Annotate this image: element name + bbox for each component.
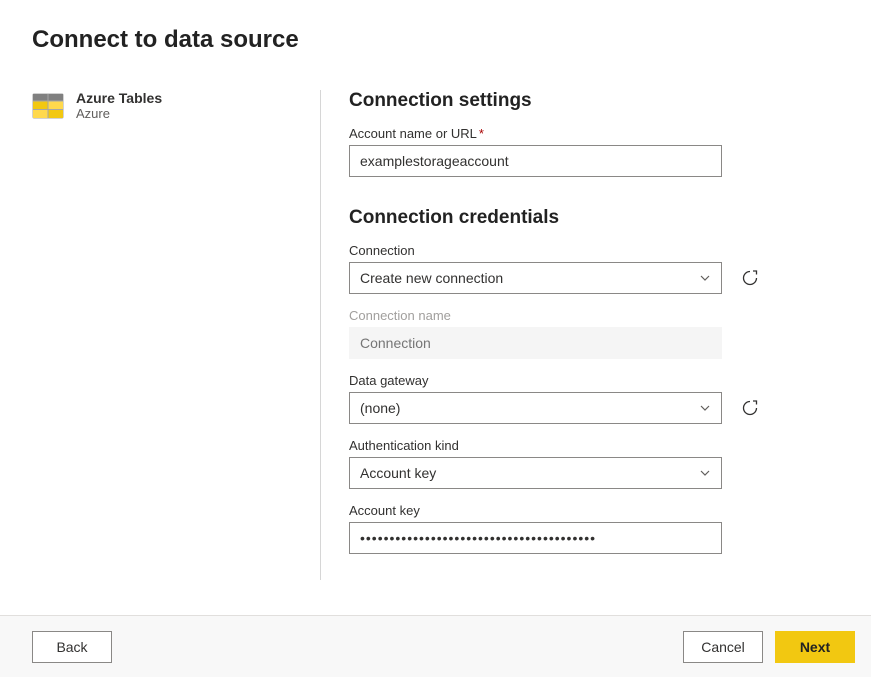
source-title: Azure Tables — [76, 90, 162, 106]
account-key-input[interactable] — [349, 522, 722, 554]
refresh-icon — [741, 399, 759, 417]
account-url-input[interactable] — [349, 145, 722, 177]
chevron-down-icon — [699, 272, 711, 284]
content-area: Azure Tables Azure Connection settings A… — [0, 90, 871, 615]
footer-bar: Back Cancel Next — [0, 615, 871, 677]
connection-name-input — [349, 327, 722, 359]
connection-refresh-button[interactable] — [738, 262, 762, 294]
cancel-button[interactable]: Cancel — [683, 631, 763, 663]
data-gateway-select[interactable]: (none) — [349, 392, 722, 424]
back-button[interactable]: Back — [32, 631, 112, 663]
auth-kind-select-value: Account key — [360, 465, 436, 481]
next-button[interactable]: Next — [775, 631, 855, 663]
auth-kind-label: Authentication kind — [349, 438, 809, 453]
connection-label: Connection — [349, 243, 722, 258]
connection-settings-heading: Connection settings — [349, 90, 809, 112]
data-gateway-label: Data gateway — [349, 373, 722, 388]
connection-select[interactable]: Create new connection — [349, 262, 722, 294]
page-title: Connect to data source — [32, 26, 871, 54]
account-key-label: Account key — [349, 503, 809, 518]
auth-kind-select[interactable]: Account key — [349, 457, 722, 489]
form-panel: Connection settings Account name or URL*… — [321, 90, 841, 615]
account-url-label: Account name or URL* — [349, 126, 809, 141]
data-gateway-select-value: (none) — [360, 400, 400, 416]
source-panel: Azure Tables Azure — [0, 90, 320, 615]
required-indicator: * — [479, 126, 484, 141]
connection-select-value: Create new connection — [360, 270, 503, 286]
chevron-down-icon — [699, 402, 711, 414]
connection-name-label: Connection name — [349, 308, 809, 323]
chevron-down-icon — [699, 467, 711, 479]
azure-tables-icon — [32, 90, 64, 122]
gateway-refresh-button[interactable] — [738, 392, 762, 424]
source-subtitle: Azure — [76, 106, 162, 121]
connection-credentials-heading: Connection credentials — [349, 207, 809, 229]
refresh-icon — [741, 269, 759, 287]
